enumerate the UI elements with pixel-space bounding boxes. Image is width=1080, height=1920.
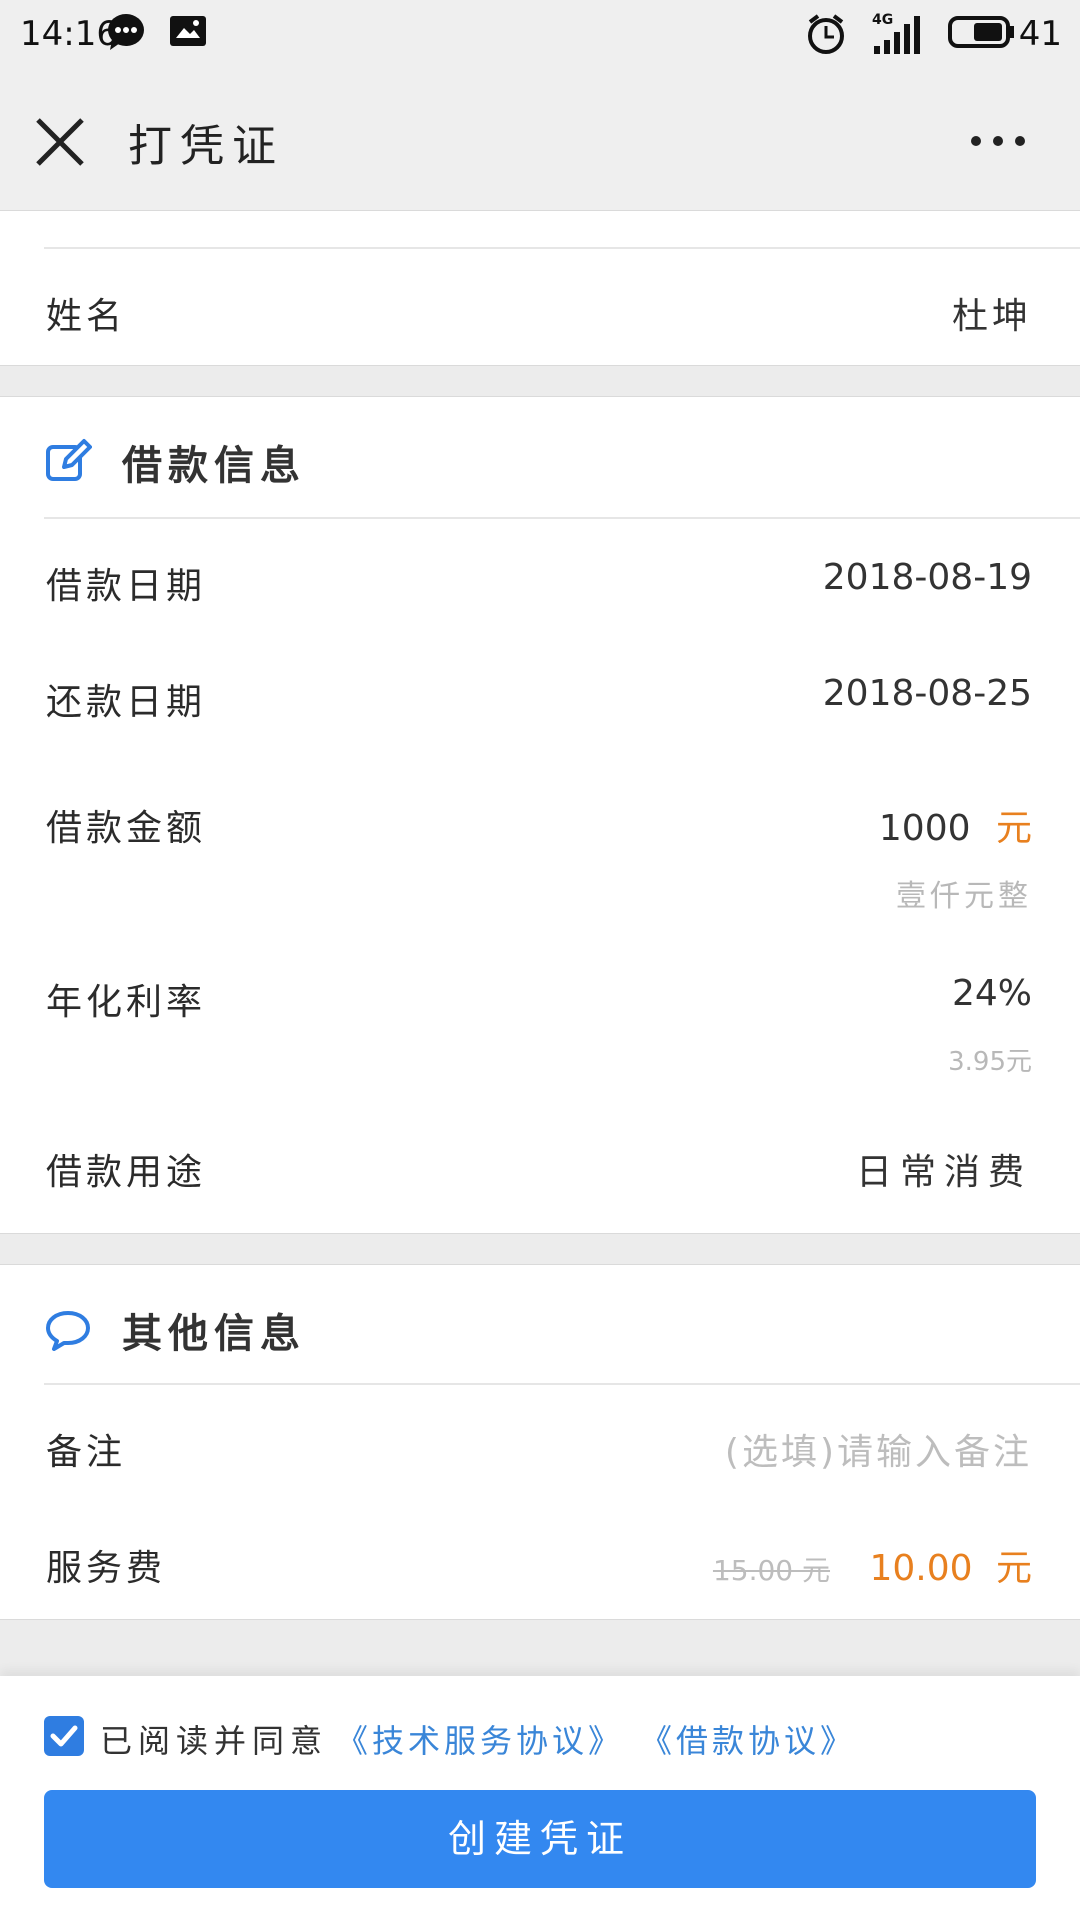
amount-value: 1000 bbox=[878, 808, 971, 849]
amount-value-group[interactable]: 1000 元 bbox=[879, 799, 1032, 851]
battery-icon bbox=[948, 16, 1014, 48]
repay-date-row[interactable]: 还款日期 2018-08-25 bbox=[0, 637, 1080, 753]
image-notification-icon bbox=[170, 16, 206, 46]
create-voucher-button[interactable]: 创建凭证 bbox=[44, 1790, 1036, 1888]
loan-agreement-link[interactable]: 《借款协议》 bbox=[640, 1716, 856, 1762]
remark-input[interactable]: (选填)请输入备注 bbox=[725, 1423, 1032, 1475]
fee-original: 15.00 元 bbox=[712, 1554, 831, 1587]
repay-date-label: 还款日期 bbox=[46, 682, 207, 723]
tech-service-agreement-link[interactable]: 《技术服务协议》 bbox=[336, 1716, 624, 1762]
fee-unit: 元 bbox=[995, 1548, 1032, 1589]
fee-value-group: 15.00 元 10.00 元 bbox=[713, 1539, 1032, 1591]
rate-row[interactable]: 年化利率 24% 3.95元 bbox=[0, 923, 1080, 1103]
fee-current: 10.00 bbox=[869, 1548, 973, 1589]
other-info-card: 其他信息 备注 (选填)请输入备注 服务费 15.00 元 10.00 元 bbox=[0, 1264, 1080, 1620]
title-bar: 打凭证 bbox=[0, 72, 1080, 211]
rate-label: 年化利率 bbox=[46, 982, 207, 1023]
purpose-value[interactable]: 日常消费 bbox=[856, 1143, 1032, 1195]
agree-checkbox[interactable] bbox=[44, 1716, 84, 1756]
loan-date-row[interactable]: 借款日期 2018-08-19 bbox=[0, 521, 1080, 637]
page-title: 打凭证 bbox=[128, 121, 284, 172]
signal-icon bbox=[874, 16, 920, 54]
status-time: 14:16 bbox=[20, 14, 118, 54]
remark-row[interactable]: 备注 (选填)请输入备注 bbox=[0, 1387, 1080, 1503]
name-value: 杜坤 bbox=[951, 296, 1032, 337]
agree-text: 已阅读并同意 bbox=[100, 1722, 329, 1760]
amount-label: 借款金额 bbox=[46, 808, 207, 849]
borrower-card: 姓名 杜坤 bbox=[0, 210, 1080, 366]
repay-date-value[interactable]: 2018-08-25 bbox=[823, 673, 1032, 714]
purpose-row[interactable]: 借款用途 日常消费 bbox=[0, 1103, 1080, 1233]
check-icon bbox=[50, 1725, 78, 1747]
loan-date-label: 借款日期 bbox=[46, 566, 207, 607]
more-options-icon[interactable] bbox=[968, 126, 1028, 156]
interest-amount: 3.95元 bbox=[948, 1047, 1032, 1077]
fee-label: 服务费 bbox=[46, 1548, 167, 1589]
divider bbox=[44, 517, 1080, 519]
section-title-other: 其他信息 bbox=[122, 1311, 306, 1357]
section-title-loan: 借款信息 bbox=[122, 443, 306, 489]
amount-row[interactable]: 借款金额 1000 元 壹仟元整 bbox=[0, 753, 1080, 923]
amount-unit: 元 bbox=[995, 808, 1032, 849]
loan-date-value[interactable]: 2018-08-19 bbox=[823, 557, 1032, 598]
comment-icon bbox=[46, 1311, 90, 1351]
amount-in-words: 壹仟元整 bbox=[896, 879, 1032, 914]
fee-row: 服务费 15.00 元 10.00 元 bbox=[0, 1503, 1080, 1619]
remark-label: 备注 bbox=[46, 1432, 127, 1473]
close-icon[interactable] bbox=[30, 112, 90, 172]
alarm-icon bbox=[808, 14, 844, 54]
rate-value[interactable]: 24% bbox=[952, 973, 1032, 1014]
chat-notification-icon bbox=[108, 14, 144, 50]
divider bbox=[44, 1383, 1080, 1385]
footer: 已阅读并同意 《技术服务协议》 《借款协议》 创建凭证 bbox=[0, 1676, 1080, 1920]
status-bar: 14:16 4G 41 bbox=[0, 0, 1080, 72]
battery-level: 41 bbox=[1018, 14, 1062, 54]
purpose-label: 借款用途 bbox=[46, 1152, 207, 1193]
name-row: 姓名 杜坤 bbox=[0, 249, 1080, 365]
loan-info-card: 借款信息 借款日期 2018-08-19 还款日期 2018-08-25 借款金… bbox=[0, 396, 1080, 1234]
name-label: 姓名 bbox=[46, 296, 127, 337]
edit-icon bbox=[46, 439, 92, 481]
